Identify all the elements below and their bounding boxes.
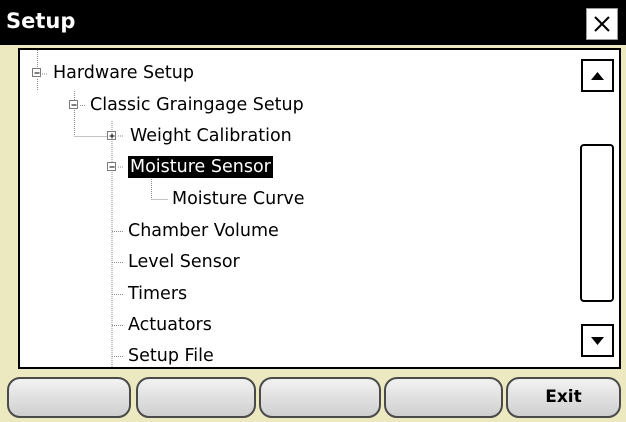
tree-node-chamber-volume[interactable]: Chamber Volume: [128, 220, 279, 242]
scroll-up-button[interactable]: [581, 59, 614, 92]
close-button[interactable]: [586, 8, 618, 40]
tree-node-classic-graingage-setup[interactable]: Classic Graingage Setup: [90, 94, 304, 116]
minus-icon: [71, 104, 77, 106]
collapse-toggle[interactable]: [32, 68, 41, 77]
tree-view[interactable]: Hardware Setup Classic Graingage Setup W…: [18, 48, 621, 369]
tree-node-level-sensor[interactable]: Level Sensor: [128, 251, 240, 273]
close-icon: [594, 16, 610, 32]
plus-icon: [109, 133, 115, 139]
footer-button-2[interactable]: [136, 377, 256, 418]
footer-button-3[interactable]: [259, 377, 381, 418]
expand-toggle[interactable]: [107, 131, 116, 140]
collapse-toggle[interactable]: [69, 100, 78, 109]
tree-node-moisture-sensor[interactable]: Moisture Sensor: [128, 156, 273, 178]
window-title: Setup: [6, 9, 76, 33]
arrow-down-icon: [591, 337, 604, 345]
minus-icon: [34, 72, 40, 74]
footer-button-4[interactable]: [384, 377, 503, 418]
minus-icon: [109, 166, 115, 168]
tree-node-actuators[interactable]: Actuators: [128, 314, 212, 336]
title-bar: Setup: [0, 0, 626, 45]
scroll-down-button[interactable]: [581, 324, 614, 357]
tree-node-timers[interactable]: Timers: [128, 283, 187, 305]
tree-node-moisture-curve[interactable]: Moisture Curve: [172, 188, 305, 210]
tree-node-weight-calibration[interactable]: Weight Calibration: [130, 125, 292, 147]
scrollbar-thumb[interactable]: [580, 144, 614, 302]
exit-button[interactable]: Exit: [506, 377, 621, 418]
footer-button-1[interactable]: [7, 377, 131, 418]
tree-node-hardware-setup[interactable]: Hardware Setup: [53, 62, 194, 84]
arrow-up-icon: [591, 72, 604, 80]
tree-node-setup-file[interactable]: Setup File: [128, 345, 214, 367]
collapse-toggle[interactable]: [107, 162, 116, 171]
